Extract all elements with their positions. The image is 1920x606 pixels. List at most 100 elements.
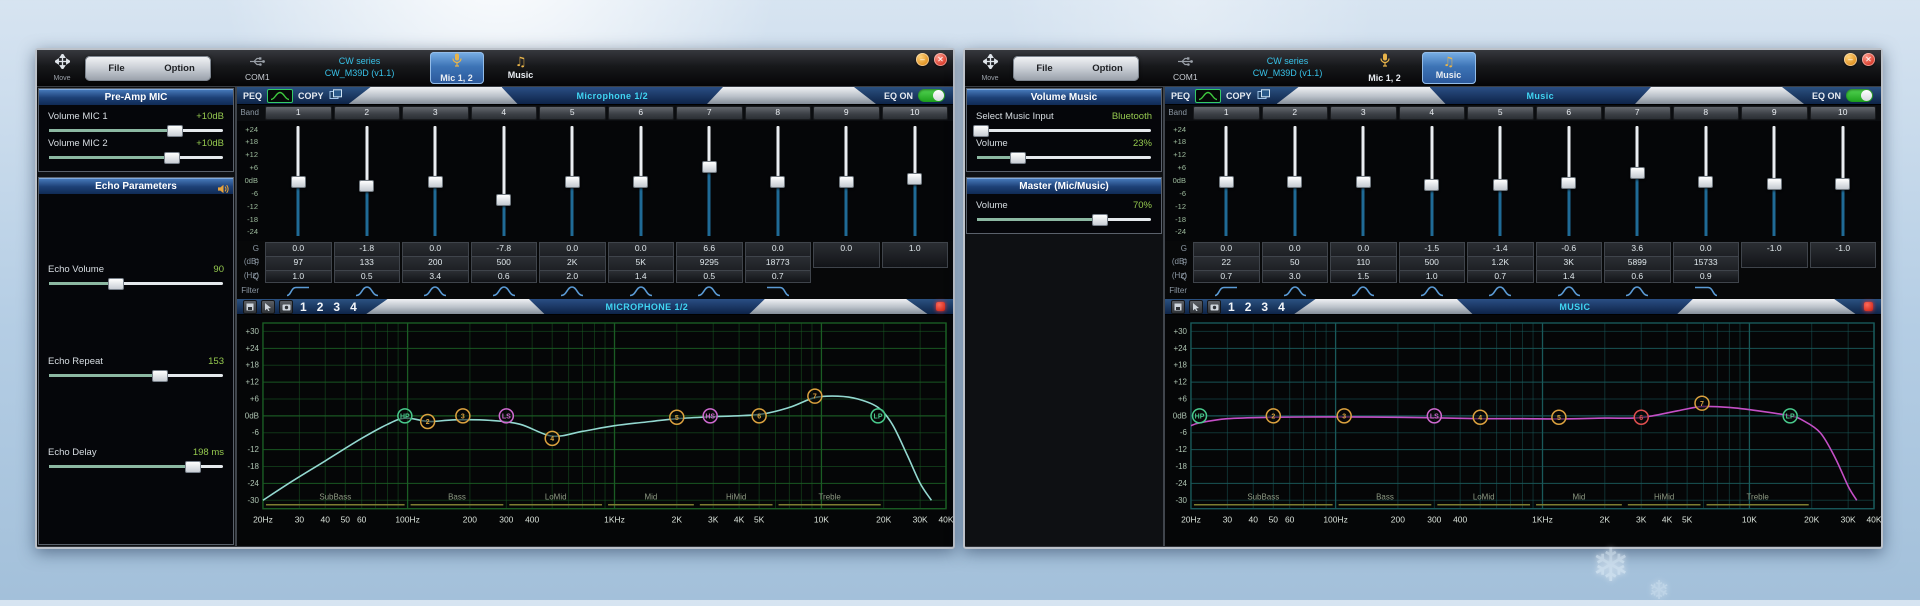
band-6-fader[interactable]	[1536, 123, 1603, 239]
eq-point-7[interactable]: 7	[1695, 397, 1709, 411]
slider-handle[interactable]	[164, 152, 180, 164]
band-9-button[interactable]: 9	[1741, 106, 1808, 120]
close-button[interactable]: ✕	[934, 53, 947, 66]
move-handle[interactable]: Move	[973, 54, 1007, 82]
band-7-fader[interactable]	[1604, 123, 1671, 239]
eq-point-6[interactable]: 6	[1634, 411, 1648, 425]
file-menu[interactable]: File	[85, 56, 148, 81]
band-4-button[interactable]: 4	[1399, 106, 1466, 120]
tab-music[interactable]: ♫ Music	[494, 52, 548, 84]
band-1-fader[interactable]	[1193, 123, 1260, 239]
band-3-fader[interactable]	[1330, 123, 1397, 239]
minimize-button[interactable]: –	[1844, 53, 1857, 66]
filter-bell-icon[interactable]	[1262, 284, 1329, 299]
fader-handle[interactable]	[428, 176, 443, 188]
filter-lp-icon[interactable]	[745, 284, 812, 299]
eq-point-7[interactable]: 7	[808, 389, 822, 403]
filter-bell-icon[interactable]	[608, 284, 675, 299]
fader-handle[interactable]	[633, 176, 648, 188]
band-9-fader[interactable]	[813, 123, 880, 239]
band-5-button[interactable]: 5	[539, 106, 606, 120]
fader-handle[interactable]	[291, 176, 306, 188]
slider-track[interactable]	[49, 282, 223, 285]
preset-4-button[interactable]: 4	[1278, 300, 1285, 314]
filter-lp-icon[interactable]	[1673, 284, 1740, 299]
eq-point-LS[interactable]: LS	[499, 409, 513, 423]
tab-mic[interactable]: Mic 1, 2	[430, 52, 484, 84]
filter-bell-icon[interactable]	[334, 284, 401, 299]
minimize-button[interactable]: –	[916, 53, 929, 66]
camera-icon[interactable]	[1207, 300, 1221, 314]
filter-bell-icon[interactable]	[402, 284, 469, 299]
slider-track[interactable]	[49, 129, 223, 132]
fader-handle[interactable]	[1767, 178, 1782, 190]
option-menu[interactable]: Option	[1076, 56, 1139, 81]
filter-bell-icon[interactable]	[1467, 284, 1534, 299]
peq-curve-icon[interactable]	[1195, 89, 1221, 103]
band-8-button[interactable]: 8	[745, 106, 812, 120]
band-6-fader[interactable]	[608, 123, 675, 239]
filter-bell-icon[interactable]	[1330, 284, 1397, 299]
filter-hp-icon[interactable]	[1193, 284, 1260, 299]
fader-handle[interactable]	[1219, 176, 1234, 188]
fader-handle[interactable]	[1561, 177, 1576, 189]
fader-handle[interactable]	[1835, 178, 1850, 190]
band-4-fader[interactable]	[1399, 123, 1466, 239]
band-2-fader[interactable]	[334, 123, 401, 239]
tab-music[interactable]: ♫ Music	[1422, 52, 1476, 84]
filter-bell-icon[interactable]	[539, 284, 606, 299]
band-2-fader[interactable]	[1262, 123, 1329, 239]
slider-handle[interactable]	[108, 278, 124, 290]
band-8-fader[interactable]	[745, 123, 812, 239]
eq-point-3[interactable]: 3	[456, 409, 470, 423]
fader-handle[interactable]	[702, 161, 717, 173]
eq-point-HP[interactable]: HP	[1193, 409, 1207, 423]
preset-4-button[interactable]: 4	[350, 300, 357, 314]
filter-bell-icon[interactable]	[1536, 284, 1603, 299]
eq-point-4[interactable]: 4	[545, 432, 559, 446]
band-1-button[interactable]: 1	[265, 106, 332, 120]
copy-button[interactable]: COPY	[298, 91, 324, 101]
band-3-button[interactable]: 3	[402, 106, 469, 120]
eq-point-LP[interactable]: LP	[1783, 409, 1797, 423]
eq-point-HP[interactable]: HP	[398, 409, 412, 423]
option-menu[interactable]: Option	[148, 56, 211, 81]
filter-bell-icon[interactable]	[1399, 284, 1466, 299]
band-7-button[interactable]: 7	[676, 106, 743, 120]
eq-on-toggle[interactable]	[1846, 89, 1873, 102]
band-7-button[interactable]: 7	[1604, 106, 1671, 120]
fader-handle[interactable]	[1698, 176, 1713, 188]
band-5-fader[interactable]	[539, 123, 606, 239]
copy-button[interactable]: COPY	[1226, 91, 1252, 101]
band-7-fader[interactable]	[676, 123, 743, 239]
preset-3-button[interactable]: 3	[333, 300, 340, 314]
pointer-icon[interactable]	[261, 300, 275, 314]
band-9-fader[interactable]	[1741, 123, 1808, 239]
fader-handle[interactable]	[1493, 179, 1508, 191]
band-3-button[interactable]: 3	[1330, 106, 1397, 120]
fader-handle[interactable]	[1356, 176, 1371, 188]
eq-point-5[interactable]: 5	[670, 411, 684, 425]
file-menu[interactable]: File	[1013, 56, 1076, 81]
eq-point-5[interactable]: 5	[1552, 411, 1566, 425]
fader-handle[interactable]	[907, 173, 922, 185]
slider-handle[interactable]	[167, 125, 183, 137]
save-icon[interactable]	[243, 300, 257, 314]
fader-handle[interactable]	[1630, 167, 1645, 179]
save-icon[interactable]	[1171, 300, 1185, 314]
eq-point-2[interactable]: 2	[1266, 409, 1280, 423]
slider-track[interactable]	[977, 218, 1151, 221]
band-4-button[interactable]: 4	[471, 106, 538, 120]
eq-point-4[interactable]: 4	[1473, 411, 1487, 425]
move-handle[interactable]: Move	[45, 54, 79, 82]
slider-track[interactable]	[49, 156, 223, 159]
slider-handle[interactable]	[185, 461, 201, 473]
band-2-button[interactable]: 2	[1262, 106, 1329, 120]
slider-handle[interactable]	[1092, 214, 1108, 226]
eq-point-LP[interactable]: LP	[871, 409, 885, 423]
slider-track[interactable]	[977, 129, 1151, 132]
filter-hp-icon[interactable]	[265, 284, 332, 299]
band-10-fader[interactable]	[1810, 123, 1877, 239]
preset-1-button[interactable]: 1	[1228, 300, 1235, 314]
eq-point-LS[interactable]: LS	[1427, 409, 1441, 423]
